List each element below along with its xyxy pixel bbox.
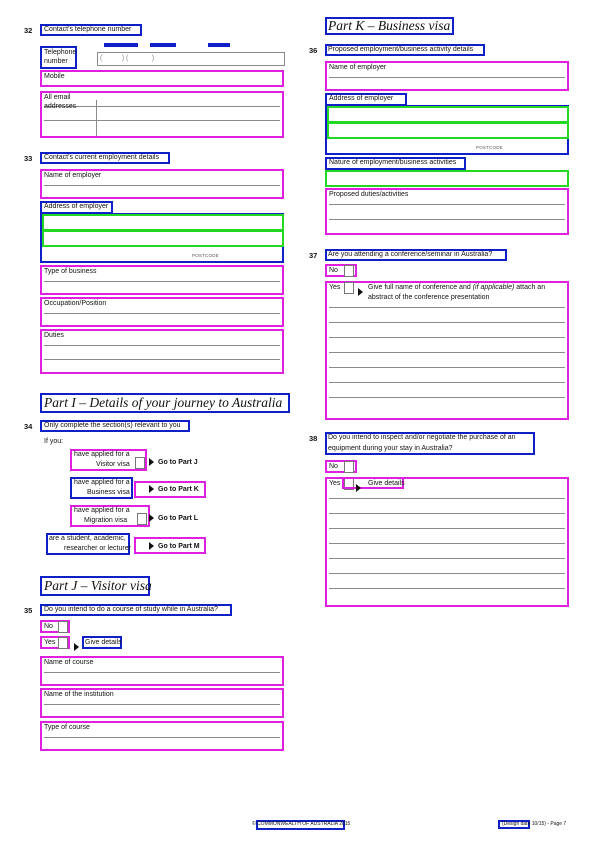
q35-give-details: Give details xyxy=(85,639,122,646)
q37-yes-checkbox[interactable] xyxy=(344,282,354,294)
duties-label: Duties xyxy=(44,332,64,339)
q38-no-checkbox[interactable] xyxy=(344,461,354,473)
nature-label: Nature of employment/business activities xyxy=(329,159,457,166)
q37-no-checkbox[interactable] xyxy=(344,265,354,277)
q34-opt2-a: have applied for a xyxy=(74,479,130,486)
q37-give-line-2: abstract of the conference presentation xyxy=(368,294,490,301)
part-k-heading: Part K – Business visa xyxy=(328,18,451,33)
q35-no-label: No xyxy=(44,623,53,630)
q34-opt2-b: Business visa xyxy=(87,489,130,496)
nature-field[interactable] xyxy=(325,170,569,187)
q34-opt3-checkbox[interactable] xyxy=(137,513,147,525)
q34-go4: Go to Part M xyxy=(149,542,200,550)
q36-address-line-1[interactable] xyxy=(327,106,569,123)
mobile-label: Mobile xyxy=(44,73,65,80)
q37-give-line-1: Give full name of conference and (if app… xyxy=(368,284,546,291)
q34-opt1-checkbox[interactable] xyxy=(135,457,145,469)
mobile-field[interactable] xyxy=(40,70,284,87)
q33-postcode-label: POSTCODE xyxy=(192,253,219,258)
business-label: Type of business xyxy=(44,268,97,275)
telephone-label: Telephone xyxy=(44,49,77,56)
q34-go1: Go to Part J xyxy=(149,458,198,466)
q34-opt3-b: Migration visa xyxy=(84,517,128,524)
duties-field[interactable] xyxy=(40,329,284,374)
telephone-bracket: ( ) ( ) xyxy=(100,55,155,62)
q33-number: 33 xyxy=(24,154,33,163)
q36-employer-label: Name of employer xyxy=(329,64,387,71)
q38-label-1: Do you intend to inspect and/or negotiat… xyxy=(328,434,516,441)
q34-opt4-a: are a student, academic, xyxy=(49,535,126,542)
telephone-subheading-2 xyxy=(150,43,176,47)
q32-label: Contact's telephone number xyxy=(44,26,132,33)
q34-opt1-b: Visitor visa xyxy=(96,461,130,468)
q38-number: 38 xyxy=(309,434,318,443)
telephone-subheading-3 xyxy=(208,43,230,47)
q38-yes-label: Yes xyxy=(329,480,341,487)
course-type-label: Type of course xyxy=(44,724,90,731)
institution-label: Name of the institution xyxy=(44,691,114,698)
q37-yes-label: Yes xyxy=(329,284,341,291)
q33-label: Contact's current employment details xyxy=(44,154,159,161)
email-divider xyxy=(96,100,97,136)
q35-label: Do you intend to do a course of study wh… xyxy=(44,606,218,613)
q34-go3: Go to Part L xyxy=(149,514,198,522)
footer-copyright: © COMMONWEALTH OF AUSTRALIA 2015 xyxy=(252,821,351,827)
arrow-icon-2 xyxy=(358,283,367,301)
q36-address-label: Address of employer xyxy=(329,95,394,102)
telephone-subheading-1 xyxy=(104,43,138,47)
proposed-duties-label: Proposed duties/activities xyxy=(329,191,409,198)
q36-number: 36 xyxy=(309,46,318,55)
q33-address-line-1[interactable] xyxy=(42,214,284,231)
part-j-heading: Part J – Visitor visa xyxy=(44,578,152,593)
footer-page: (Design date 10/15) - Page 7 xyxy=(502,821,567,827)
q36-address-line-2[interactable] xyxy=(327,122,569,139)
q38-give-details: Give details xyxy=(368,480,405,487)
email-label-2: addresses xyxy=(44,103,77,110)
q38-no-label: No xyxy=(329,463,338,470)
q37-label: Are you attending a conference/seminar i… xyxy=(328,251,493,258)
q32-number: 32 xyxy=(24,26,33,35)
q34-go2: Go to Part K xyxy=(149,485,199,493)
q38-label-2: equipment during your stay in Australia? xyxy=(328,445,453,452)
email-label: All email xyxy=(44,94,71,101)
q35-yes-checkbox[interactable] xyxy=(58,637,68,649)
q37-number: 37 xyxy=(309,251,318,260)
q34-opt3-a: have applied for a xyxy=(74,507,130,514)
q35-no-checkbox[interactable] xyxy=(58,621,68,633)
telephone-label-2: number xyxy=(44,58,68,65)
part-i-heading: Part I – Details of your journey to Aust… xyxy=(44,395,283,410)
q34-label: Only complete the section(s) relevant to… xyxy=(44,422,181,429)
q34-opt1-a: have applied for a xyxy=(74,451,130,458)
q35-yes-label: Yes xyxy=(44,639,56,646)
occupation-label: Occupation/Position xyxy=(44,300,107,307)
q36-label: Proposed employment/business activity de… xyxy=(328,46,474,53)
arrow-icon-3 xyxy=(356,479,365,497)
email-field[interactable] xyxy=(40,91,284,138)
q33-employer-label: Name of employer xyxy=(44,172,102,179)
course-name-label: Name of course xyxy=(44,659,94,666)
q37-no-label: No xyxy=(329,267,338,274)
q34-opt4-b: researcher or lecturer xyxy=(64,545,131,552)
q36-postcode-label: POSTCODE xyxy=(476,145,503,150)
q34-if-you: If you: xyxy=(44,438,64,445)
q33-address-line-2[interactable] xyxy=(42,230,284,247)
q33-address-label: Address of employer xyxy=(44,203,109,210)
q34-number: 34 xyxy=(24,422,33,431)
q35-number: 35 xyxy=(24,606,33,615)
